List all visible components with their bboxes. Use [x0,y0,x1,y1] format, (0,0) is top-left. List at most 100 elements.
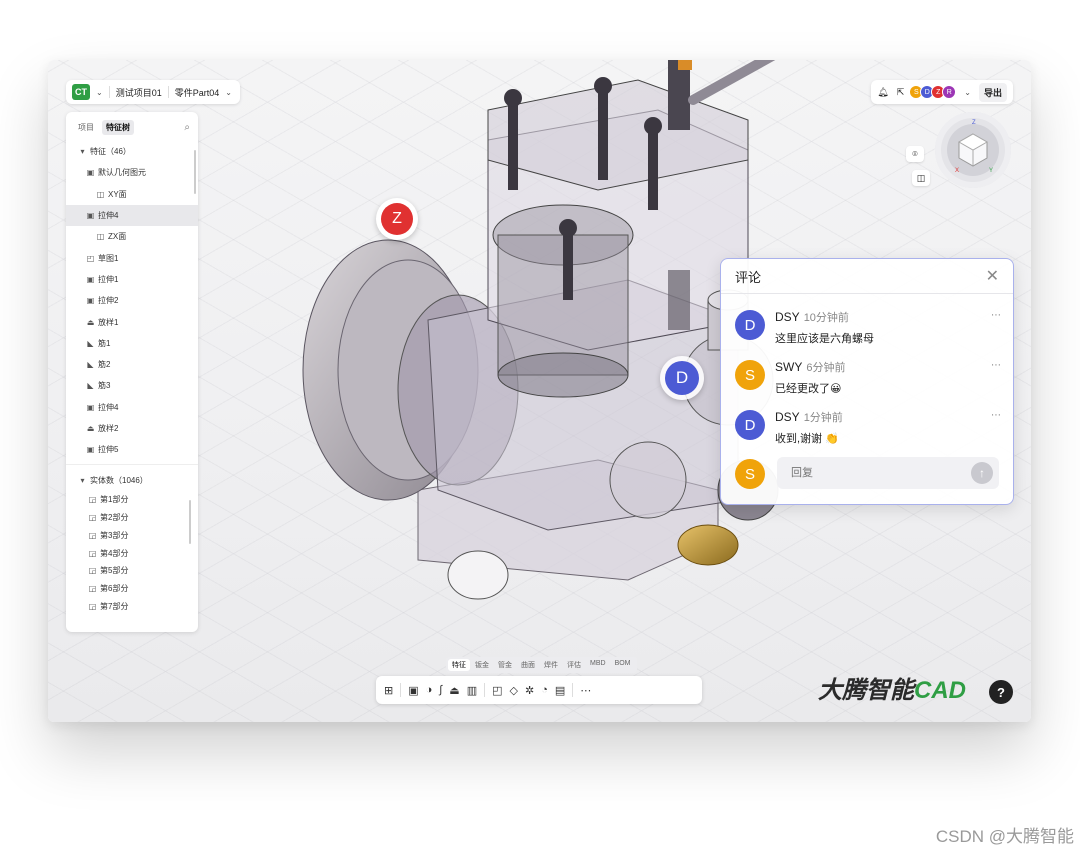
sweep-icon[interactable]: ∫ [439,684,442,696]
marker-label: Z [381,203,413,235]
close-icon[interactable]: ✕ [986,266,999,286]
search-icon[interactable]: ⌕ [184,122,190,133]
toolbar-tab[interactable]: MBD [586,659,610,671]
tree-item[interactable]: ▣ 拉伸5 [66,439,198,460]
boundary-icon[interactable]: ▥ [467,684,477,697]
gear-feature-icon[interactable]: ✲ [525,684,534,697]
feature-tree-panel: 项目 特征树 ⌕ ▾ 特征（46） ▣ 默认几何图元 ◫ XY面 ▣ 拉伸4 ◫ ZX面 ◰ 草图… [66,112,198,632]
user-marker-d[interactable]: D [660,356,704,400]
tree-item[interactable]: ▣ 拉伸4 [66,204,198,227]
scrollbar[interactable] [194,150,196,194]
draft-icon[interactable]: ▤ [555,684,565,697]
toolbar-tab[interactable]: 焊件 [540,659,562,671]
collaborator-avatars[interactable]: SDZR [909,85,957,99]
shell-icon[interactable]: ◰ [492,684,502,697]
loft-icon[interactable]: ⏏ [449,684,459,697]
comment-text: 收到,谢谢 👏 [775,433,839,445]
toolbar-tab[interactable]: 曲面 [517,659,539,671]
comment-item: S SWY 6分钟前 已经更改了😀 ⋯ [721,358,1013,408]
tree-item[interactable]: ◣ 筋3 [66,375,198,396]
more-icon[interactable]: ⋯ [580,684,591,697]
more-icon[interactable]: ⋯ [991,360,1001,371]
tab-project[interactable]: 项目 [74,120,98,135]
tree-group-bodies[interactable]: ▾ 实体数（1046） [66,469,198,490]
tree-item-label: 草图1 [98,253,119,263]
comment-author: DSY [775,410,800,424]
add-icon[interactable]: ⊞ [384,684,393,697]
feature-icon: ⏏ [86,317,95,327]
send-arrow-icon[interactable]: ↑ [971,462,993,484]
feature-icon: ▣ [86,274,95,284]
app-logo[interactable]: CT [72,84,90,100]
part-name[interactable]: 零件Part04 [175,86,220,99]
comment-text: 这里应该是六角螺母 [775,333,874,345]
extrude-icon[interactable]: ▣ [408,684,418,697]
share-icon[interactable]: ⇱ [897,87,905,98]
tree-item[interactable]: ◲ 第7部分 [66,598,198,616]
tree-item[interactable]: ◣ 筋2 [66,354,198,375]
chevron-down-icon[interactable]: ⌄ [225,88,232,97]
comment-author: DSY [775,310,800,324]
export-button[interactable]: 导出 [978,82,1007,102]
feature-icon: ◰ [86,253,95,263]
tree-item[interactable]: ◲ 第3部分 [66,526,198,544]
bell-icon[interactable]: 🔔︎ [877,87,888,98]
reply-input[interactable] [789,466,953,480]
divider [484,683,486,697]
feature-icon: ▣ [86,445,95,455]
tree-item[interactable]: ⏏ 放样2 [66,418,198,439]
view-cube[interactable]: Z X Y [935,112,1011,188]
tree-group-label: 实体数（1046） [90,475,148,485]
toolbar-tab[interactable]: 钣金 [471,659,493,671]
more-icon[interactable]: ⋯ [991,310,1001,321]
toolbar-tab[interactable]: 特征 [448,659,470,671]
tree-item-label: 默认几何图元 [98,168,146,178]
user-marker-z[interactable]: Z [376,198,418,240]
tab-feature-tree[interactable]: 特征树 [102,120,134,135]
comment-meta: SWY 6分钟前 [775,358,845,376]
tree-item[interactable]: ◲ 第6部分 [66,580,198,598]
tree-item-label: 筋3 [98,381,111,391]
help-button[interactable]: ? [989,680,1013,704]
avatar[interactable]: R [942,85,957,99]
revolve-icon[interactable]: ◑ [426,684,433,696]
tree-item[interactable]: ▣ 拉伸1 [66,269,198,290]
tree-item[interactable]: ▣ 拉伸4 [66,397,198,418]
tree-item[interactable]: ⏏ 放样1 [66,311,198,332]
tree-item[interactable]: ◲ 第5部分 [66,562,198,580]
tree-item[interactable]: ◫ ZX面 [66,226,198,247]
divider [572,683,574,697]
section-view-icon[interactable]: ◫ [912,170,930,186]
tree-item[interactable]: ▣ 拉伸2 [66,290,198,311]
reply-box: ↑ [777,457,999,489]
brand-logo: 大腾智能CAD [818,670,966,705]
comment-item: D DSY 1分钟前 收到,谢谢 👏 ⋯ [721,408,1013,458]
tree-item[interactable]: ▣ 默认几何图元 [66,162,198,183]
body-icon: ◲ [88,548,97,558]
cad-workspace: CT ⌄ 测试项目01 零件Part04 ⌄ 项目 特征树 ⌕ ▾ 特征（46）… [48,60,1031,722]
fit-view-icon[interactable]: ⌾ [906,146,924,162]
comment-list: D DSY 10分钟前 这里应该是六角螺母 ⋯ S SWY 6分钟前 已经更改了😀 ⋯ D DSY 1分… [721,294,1013,458]
chamfer-icon[interactable]: ◇ [510,684,518,697]
tree-item[interactable]: ◫ XY面 [66,184,198,205]
body-icon: ◲ [88,566,97,576]
chevron-down-icon[interactable]: ⌄ [96,88,103,97]
divider [108,86,110,98]
tree-item-label: 第2部分 [100,512,129,522]
toolbar-tab[interactable]: BOM [611,659,635,671]
toolbar-tab[interactable]: 评估 [563,659,585,671]
tree-item[interactable]: ◣ 筋1 [66,333,198,354]
fillet-icon[interactable]: ◔ [541,684,548,696]
tree-item[interactable]: ◰ 草图1 [66,247,198,268]
scrollbar[interactable] [189,500,191,544]
more-icon[interactable]: ⋯ [991,410,1001,421]
toolbar-tab[interactable]: 管金 [494,659,516,671]
tree-item[interactable]: ◲ 第2部分 [66,509,198,527]
tree-group-features[interactable]: ▾ 特征（46） [66,141,198,162]
chevron-down-icon[interactable]: ⌄ [964,88,971,97]
project-name[interactable]: 测试项目01 [116,86,162,99]
feature-icon: ▣ [86,168,95,178]
tree-item-label: 第4部分 [100,548,129,558]
tree-item[interactable]: ◲ 第1部分 [66,491,198,509]
tree-item[interactable]: ◲ 第4部分 [66,544,198,562]
